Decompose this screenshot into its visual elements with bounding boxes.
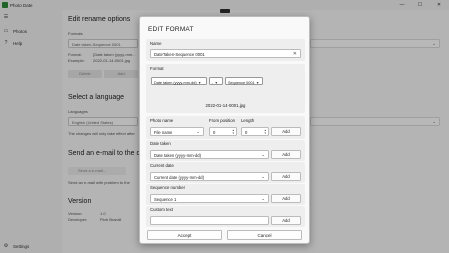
chip-label: Date taken (yyyy-mm-dd) <box>154 80 197 85</box>
sequence-select-value: Sequence 1 <box>154 197 177 202</box>
chevron-down-icon: ▾ <box>215 79 218 85</box>
current-date-card: Current date Current date (yyyy-mm-dd) ⌄… <box>146 162 305 183</box>
name-label: Name <box>150 41 162 46</box>
custom-text-label: Custom text <box>150 207 173 212</box>
add-photo-name-button[interactable]: Add <box>271 127 301 136</box>
format-preview: 2022-01-14-0001.jpg <box>205 103 246 108</box>
photo-name-card: Photo name From position Length File nam… <box>146 116 305 139</box>
name-input[interactable]: DateTaken-Sequence 0001 ✕ <box>150 49 301 58</box>
date-taken-select[interactable]: Date taken (yyyy-mm-dd) ⌄ <box>150 150 269 159</box>
format-chip-sequence[interactable]: Sequence 0001 ▾ <box>225 77 263 85</box>
drag-handle[interactable] <box>220 9 230 13</box>
add-custom-text-button[interactable]: Add <box>271 216 301 225</box>
custom-text-card: Custom text Add <box>146 206 305 227</box>
length-label: Length <box>241 118 255 123</box>
chevron-down-icon: ▾ <box>256 79 259 85</box>
from-position-stepper[interactable]: 0 ▴ ▾ <box>209 127 237 136</box>
add-sequence-button[interactable]: Add <box>271 194 301 203</box>
current-date-label: Current date <box>150 163 174 168</box>
edit-format-dialog: EDIT FORMAT Name DateTaken-Sequence 0001… <box>139 16 310 244</box>
stepper-arrows-icon[interactable]: ▴ ▾ <box>264 128 266 136</box>
current-date-select[interactable]: Current date (yyyy-mm-dd) ⌄ <box>150 172 269 181</box>
name-card: Name DateTaken-Sequence 0001 ✕ <box>146 39 305 61</box>
chevron-down-icon: ▾ <box>198 79 201 85</box>
chip-label: - <box>212 80 214 85</box>
add-date-taken-button[interactable]: Add <box>271 150 301 159</box>
sequence-label: Sequence number <box>150 185 186 190</box>
chevron-down-icon: ⌄ <box>261 152 265 157</box>
dialog-title: EDIT FORMAT <box>148 26 194 33</box>
sequence-card: Sequence number Sequence 1 ⌄ Add <box>146 184 305 205</box>
length-value: 0 <box>245 130 248 135</box>
clear-icon[interactable]: ✕ <box>293 51 297 57</box>
format-label: Format <box>150 66 164 71</box>
chevron-down-icon: ⌄ <box>196 129 200 134</box>
date-taken-label: Date taken <box>150 141 171 146</box>
format-card: Format Date taken (yyyy-mm-dd) ▾ - ▾ Seque… <box>146 64 305 113</box>
photo-name-select-value: File name <box>154 130 173 135</box>
name-input-value: DateTaken-Sequence 0001 <box>154 52 205 57</box>
format-chip-date-taken[interactable]: Date taken (yyyy-mm-dd) ▾ <box>151 77 207 85</box>
date-taken-select-value: Date taken (yyyy-mm-dd) <box>154 153 202 158</box>
format-chip-separator[interactable]: - ▾ <box>209 77 223 85</box>
photo-name-label: Photo name <box>150 118 174 123</box>
length-stepper[interactable]: 0 ▴ ▾ <box>241 127 269 136</box>
sequence-select[interactable]: Sequence 1 ⌄ <box>150 194 269 203</box>
current-date-select-value: Current date (yyyy-mm-dd) <box>154 175 205 180</box>
chevron-down-icon: ⌄ <box>261 174 265 179</box>
from-position-value: 0 <box>213 130 216 135</box>
photo-name-select[interactable]: File name ⌄ <box>150 127 204 136</box>
stepper-arrows-icon[interactable]: ▴ ▾ <box>232 128 234 136</box>
custom-text-input[interactable] <box>150 216 269 225</box>
cancel-button[interactable]: Cancel <box>227 230 302 240</box>
accept-button[interactable]: Accept <box>147 230 222 240</box>
from-position-label: From position <box>209 118 236 123</box>
chevron-down-icon: ⌄ <box>261 196 265 201</box>
date-taken-card: Date taken Date taken (yyyy-mm-dd) ⌄ Add <box>146 140 305 161</box>
add-current-date-button[interactable]: Add <box>271 172 301 181</box>
chip-label: Sequence 0001 <box>228 80 255 85</box>
